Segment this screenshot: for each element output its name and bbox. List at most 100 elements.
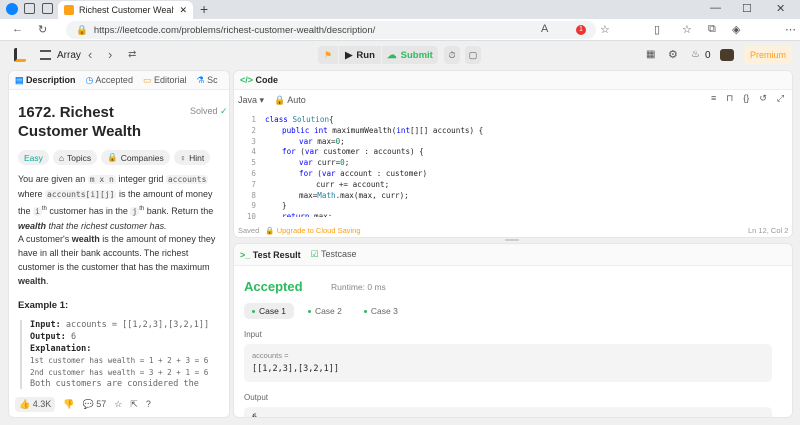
thumbs-down-icon: 👎 [63, 398, 75, 409]
close-window-icon[interactable]: ✕ [776, 2, 785, 15]
dislike-button[interactable]: 👎 [63, 399, 74, 410]
bookmark-icon[interactable]: ⊓ [726, 93, 733, 104]
lock-icon: 🔒 [107, 152, 118, 162]
tab-editorial[interactable]: ▭ Editorial [143, 75, 187, 86]
cursor-position: Ln 12, Col 2 [748, 226, 789, 235]
runtime-label: Runtime: 0 ms [331, 282, 386, 292]
case-3-tab[interactable]: Case 3 [356, 303, 406, 319]
browser-tab-bar: Richest Customer Wealth - LeetC ✕ + — ☐ … [0, 0, 800, 19]
problem-list-label[interactable]: Array [57, 50, 81, 61]
line-number: 9 [251, 201, 256, 211]
collections-icon[interactable]: ⧉ [708, 23, 716, 36]
output-heading: Output [244, 393, 269, 402]
line-numbers: 1 2 3 4 5 6 7 8 9 10 [236, 115, 256, 223]
editor-actions: ≡ ⊓ {} ↺ ⤢ [711, 93, 784, 104]
tab-description[interactable]: ▤ Description [15, 75, 76, 86]
submit-label: Submit [400, 49, 433, 61]
difficulty-badge: Easy [18, 150, 49, 165]
left-tabs: ▤ Description ◷ Accepted ▭ Editorial ⚗ S… [9, 71, 229, 90]
line-number: 7 [251, 179, 256, 189]
lock-icon: 🔒 [274, 94, 286, 105]
run-button[interactable]: ▶ Run [339, 46, 381, 64]
line-number: 2 [251, 125, 256, 135]
topics-tag[interactable]: ⌂ Topics [52, 150, 98, 165]
refresh-icon[interactable]: ↻ [38, 23, 47, 36]
premium-button[interactable]: Premium [744, 46, 792, 64]
back-icon[interactable]: ← [12, 23, 23, 35]
split-screen-icon[interactable]: ▯ [654, 23, 660, 36]
panel-resize-handle[interactable] [505, 239, 519, 241]
maximize-icon[interactable]: ☐ [742, 2, 752, 15]
share-icon[interactable]: ⇱ [130, 399, 138, 410]
problem-paragraph-2: A customer's wealth is the amount of mon… [18, 234, 216, 286]
extension-icon[interactable]: ◈ [732, 23, 740, 36]
hint-tag[interactable]: ♀ Hint [173, 150, 211, 165]
case-2-tab[interactable]: Case 2 [300, 303, 350, 319]
tab-solutions[interactable]: ⚗ Sc [197, 75, 218, 86]
companies-tag[interactable]: 🔒 Companies [101, 150, 170, 165]
output-value-box: 6 [244, 407, 772, 418]
more-menu-icon[interactable]: ⋯ [785, 23, 796, 36]
streak-icon[interactable]: ♨ [691, 49, 700, 60]
language-select[interactable]: Java ▾ [238, 95, 264, 106]
description-panel: ▤ Description ◷ Accepted ▭ Editorial ⚗ S… [8, 70, 230, 418]
braces-icon[interactable]: {} [743, 93, 749, 104]
prev-problem-icon[interactable]: ‹ [88, 47, 92, 62]
upgrade-link[interactable]: 🔒 Upgrade to Cloud Saving [265, 226, 360, 235]
code-line: var max=0; [299, 136, 345, 146]
solved-status: Solved ✓ [190, 106, 228, 116]
workspaces-icon[interactable] [24, 3, 35, 14]
tab-accepted[interactable]: ◷ Accepted [86, 75, 133, 86]
leetcode-logo[interactable] [14, 48, 26, 62]
comments-button[interactable]: 💬 57 [82, 399, 106, 410]
favorites-icon[interactable]: ☆ [600, 23, 610, 36]
next-problem-icon[interactable]: › [108, 47, 112, 62]
read-aloud-icon[interactable]: A [541, 23, 548, 35]
line-number: 3 [251, 136, 256, 146]
code-editor[interactable]: class Solution{public int maximumWealth(… [265, 115, 785, 217]
favorite-button[interactable]: ☆ [114, 399, 122, 410]
layout-icon[interactable]: ▦ [646, 49, 655, 60]
output-value: 6 [252, 413, 258, 418]
code-line: var curr=0; [299, 158, 350, 168]
expand-icon[interactable]: ⤢ [777, 93, 784, 104]
reset-icon[interactable]: ↺ [759, 93, 767, 104]
input-var-name: accounts = [252, 351, 289, 360]
thumbs-up-icon: 👍 [19, 398, 31, 409]
tab-test-result[interactable]: >_ Test Result [240, 250, 301, 260]
tab-code[interactable]: </> Code [240, 75, 278, 85]
case-1-tab[interactable]: Case 1 [244, 303, 294, 319]
problem-list-icon[interactable] [40, 50, 51, 60]
tab-actions-icon[interactable] [42, 3, 53, 14]
submit-button[interactable]: ☁ Submit [382, 46, 438, 64]
format-icon[interactable]: ≡ [711, 93, 716, 104]
debug-button[interactable]: ⚑ [318, 46, 338, 64]
code-tabs: </> Code [234, 71, 792, 90]
profile-icon[interactable] [6, 3, 18, 15]
like-button[interactable]: 👍 4.3K [15, 396, 56, 412]
shuffle-icon[interactable]: ⇄ [128, 49, 136, 60]
autocomplete-toggle[interactable]: 🔒 Auto [274, 95, 306, 106]
favorites-bar-icon[interactable]: ☆ [682, 23, 692, 36]
browser-tab-title: Richest Customer Wealth - LeetC [79, 5, 174, 15]
checkbox-icon: ☑ [310, 249, 319, 259]
minimize-icon[interactable]: — [710, 2, 721, 14]
avatar[interactable] [720, 49, 734, 61]
code-line: for (var account : customer) [299, 168, 428, 178]
case-tabs: Case 1 Case 2 Case 3 [244, 303, 406, 319]
settings-icon[interactable]: ⚙ [668, 48, 678, 61]
url-field[interactable]: 🔒 https://leetcode.com/problems/richest-… [66, 21, 596, 39]
line-number: 6 [251, 168, 256, 178]
notes-icon[interactable]: ▢ [465, 46, 481, 64]
close-tab-icon[interactable]: ✕ [179, 5, 187, 16]
timer-icon[interactable]: ⏱ [444, 46, 460, 64]
saved-status: Saved [238, 225, 260, 235]
clock-icon: ◷ [85, 74, 94, 85]
help-icon[interactable]: ? [146, 399, 151, 409]
tab-testcase[interactable]: ☑ Testcase [311, 249, 357, 260]
input-var-value: [[1,2,3],[3,2,1]] [252, 364, 339, 374]
left-footer: 👍 4.3K 👎 💬 57 ☆ ⇱ ? [9, 389, 229, 417]
new-tab-button[interactable]: + [200, 1, 208, 17]
browser-tab[interactable]: Richest Customer Wealth - LeetC ✕ [58, 1, 193, 19]
input-value-box: accounts = [[1,2,3],[3,2,1]] [244, 344, 772, 382]
